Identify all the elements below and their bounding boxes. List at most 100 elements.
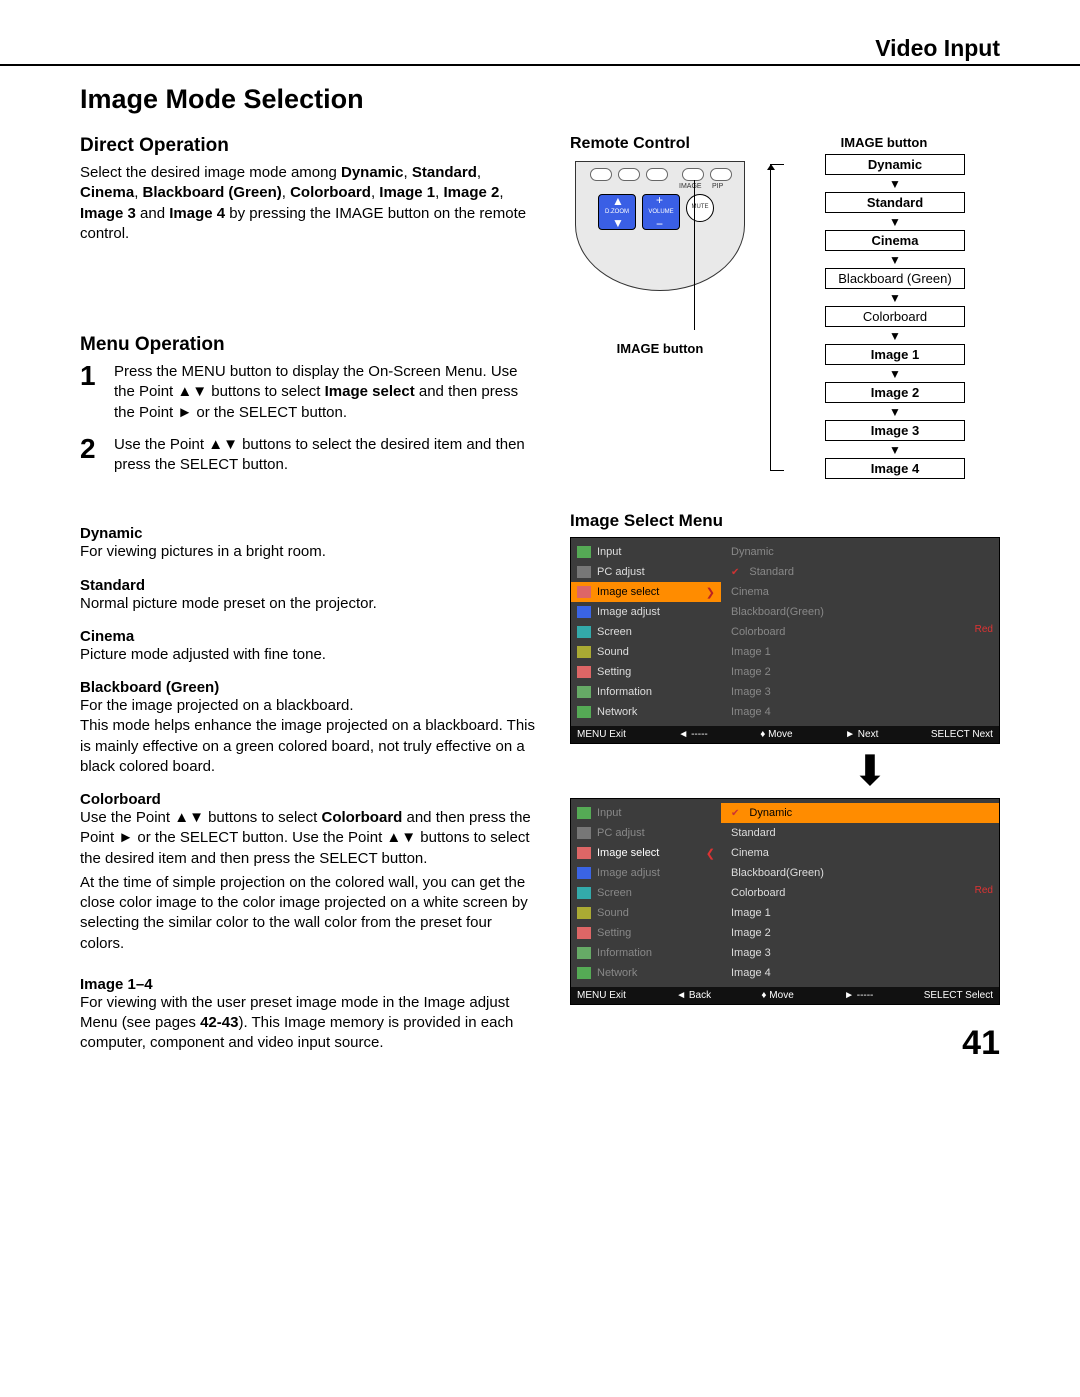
left-column: Direct Operation Select the desired imag… (80, 135, 540, 1058)
osd-right-list: Red ✔Dynamic Standard Cinema Blackboard(… (721, 799, 999, 987)
mode-colorboard: Colorboard Use the Point ▲▼ buttons to s… (80, 791, 540, 954)
mode-label: Standard (80, 577, 540, 594)
cycle-diagram: Dynamic ▼ Standard ▼ Cinema ▼ Blackboard… (768, 154, 1000, 479)
osd-item: Setting (571, 662, 721, 682)
mode-desc: Picture mode adjusted with fine tone. (80, 645, 540, 665)
cycle-item: Image 2 (825, 382, 965, 403)
down-arrow-icon: ▼ (790, 217, 1000, 227)
menu-icon (577, 907, 591, 919)
mode-image14: Image 1–4 For viewing with the user pres… (80, 976, 540, 1054)
remote-label: IMAGE (679, 183, 702, 190)
osd-option: Image 4 (721, 702, 999, 722)
remote-control-heading: Remote Control (570, 135, 750, 153)
pointer-line (694, 180, 695, 330)
mode-label: Colorboard (80, 791, 540, 808)
chevron-left-icon: ❮ (706, 847, 715, 860)
remote-column: Remote Control IMAGE PIP ▲ ▼ D.ZOOM (570, 135, 750, 356)
osd-option: Image 4 (721, 963, 999, 983)
chevron-right-icon: ❯ (706, 586, 715, 599)
osd-item: PC adjust (571, 562, 721, 582)
page-title: Image Mode Selection (80, 84, 1000, 115)
menu-icon (577, 646, 591, 658)
osd-option: Dynamic (721, 542, 999, 562)
down-arrow-icon: ▼ (790, 179, 1000, 189)
right-column: Remote Control IMAGE PIP ▲ ▼ D.ZOOM (570, 135, 1000, 1005)
remote-image-button (682, 168, 704, 181)
mode-label: Image 1–4 (80, 976, 540, 993)
step-number: 2 (80, 435, 100, 476)
remote-button (710, 168, 732, 181)
horizontal-rule (0, 64, 1080, 66)
menu-icon (577, 546, 591, 558)
image-button-caption: IMAGE button (570, 341, 750, 356)
mode-label: Dynamic (80, 525, 540, 542)
step-1: 1 Press the MENU button to display the O… (80, 362, 540, 423)
osd-option: Image 1 (721, 903, 999, 923)
mode-label: Blackboard (Green) (80, 679, 540, 696)
osd-footer: MENU Exit◄ -----♦ Move► NextSELECT Next (571, 726, 999, 743)
big-down-arrow-icon: ⬇ (740, 750, 1000, 792)
menu-icon (577, 827, 591, 839)
direct-operation-text: Select the desired image mode among Dyna… (80, 163, 540, 244)
mode-label: Cinema (80, 628, 540, 645)
two-column-layout: Direct Operation Select the desired imag… (80, 135, 1000, 1058)
osd-option: Colorboard (721, 883, 999, 903)
direct-operation-heading: Direct Operation (80, 135, 540, 157)
osd-item: Network (571, 702, 721, 722)
mode-desc: Use the Point ▲▼ buttons to select Color… (80, 808, 540, 869)
mode-desc: For viewing with the user preset image m… (80, 993, 540, 1054)
step-2-text: Use the Point ▲▼ buttons to select the d… (114, 435, 540, 476)
osd-menu-1: Input PC adjust Image select❯ Image adju… (570, 537, 1000, 744)
menu-icon (577, 867, 591, 879)
osd-item: Image adjust (571, 602, 721, 622)
step-1-text: Press the MENU button to display the On-… (114, 362, 540, 423)
osd-item: PC adjust (571, 823, 721, 843)
menu-operation-heading: Menu Operation (80, 334, 540, 356)
menu-icon (577, 927, 591, 939)
osd-item: Input (571, 542, 721, 562)
osd-left-list: Input PC adjust Image select❯ Image adju… (571, 538, 721, 726)
mode-standard: Standard Normal picture mode preset on t… (80, 577, 540, 614)
cycle-item: Dynamic (825, 154, 965, 175)
page: Video Input Image Mode Selection Direct … (0, 0, 1080, 1088)
osd-menu-2: Input PC adjust Image select❮ Image adju… (570, 798, 1000, 1005)
down-arrow-icon: ▼ (790, 369, 1000, 379)
osd-item: Sound (571, 642, 721, 662)
mode-desc: For viewing pictures in a bright room. (80, 542, 540, 562)
osd-option: Cinema (721, 843, 999, 863)
osd-footer: MENU Exit◄ Back♦ Move► -----SELECT Selec… (571, 987, 999, 1004)
down-arrow-icon: ▼ (790, 255, 1000, 265)
menu-icon (577, 666, 591, 678)
osd-item-active: Image select❮ (571, 843, 721, 863)
step-2: 2 Use the Point ▲▼ buttons to select the… (80, 435, 540, 476)
dzoom-group: ▲ ▼ D.ZOOM (598, 194, 636, 230)
remote-label: PIP (712, 183, 723, 190)
step-number: 1 (80, 362, 100, 423)
mode-blackboard: Blackboard (Green) For the image project… (80, 679, 540, 777)
menu-icon (577, 887, 591, 899)
osd-option: Image 2 (721, 662, 999, 682)
remote-button (646, 168, 668, 181)
mode-desc: For the image projected on a blackboard.… (80, 696, 540, 777)
remote-button (618, 168, 640, 181)
osd-option: Image 1 (721, 642, 999, 662)
menu-icon (577, 686, 591, 698)
cycle-item: Cinema (825, 230, 965, 251)
menu-icon (577, 947, 591, 959)
osd-option: Image 3 (721, 682, 999, 702)
cycle-item: Image 4 (825, 458, 965, 479)
page-number: 41 (962, 1024, 1000, 1063)
osd-option: Blackboard(Green) (721, 863, 999, 883)
cycle-item: Standard (825, 192, 965, 213)
menu-icon (577, 566, 591, 578)
section-header: Video Input (80, 35, 1000, 64)
remote-control-diagram: IMAGE PIP ▲ ▼ D.ZOOM + − VOLUME (575, 161, 745, 291)
mute-button: MUTE (686, 194, 714, 222)
mode-desc: Normal picture mode preset on the projec… (80, 594, 540, 614)
check-icon: ✔ (731, 567, 739, 578)
osd-option: Cinema (721, 582, 999, 602)
osd-option: ✔Standard (721, 562, 999, 582)
menu-icon (577, 586, 591, 598)
osd-item-selected: Image select❯ (571, 582, 721, 602)
osd-right-list: Red Dynamic ✔Standard Cinema Blackboard(… (721, 538, 999, 726)
